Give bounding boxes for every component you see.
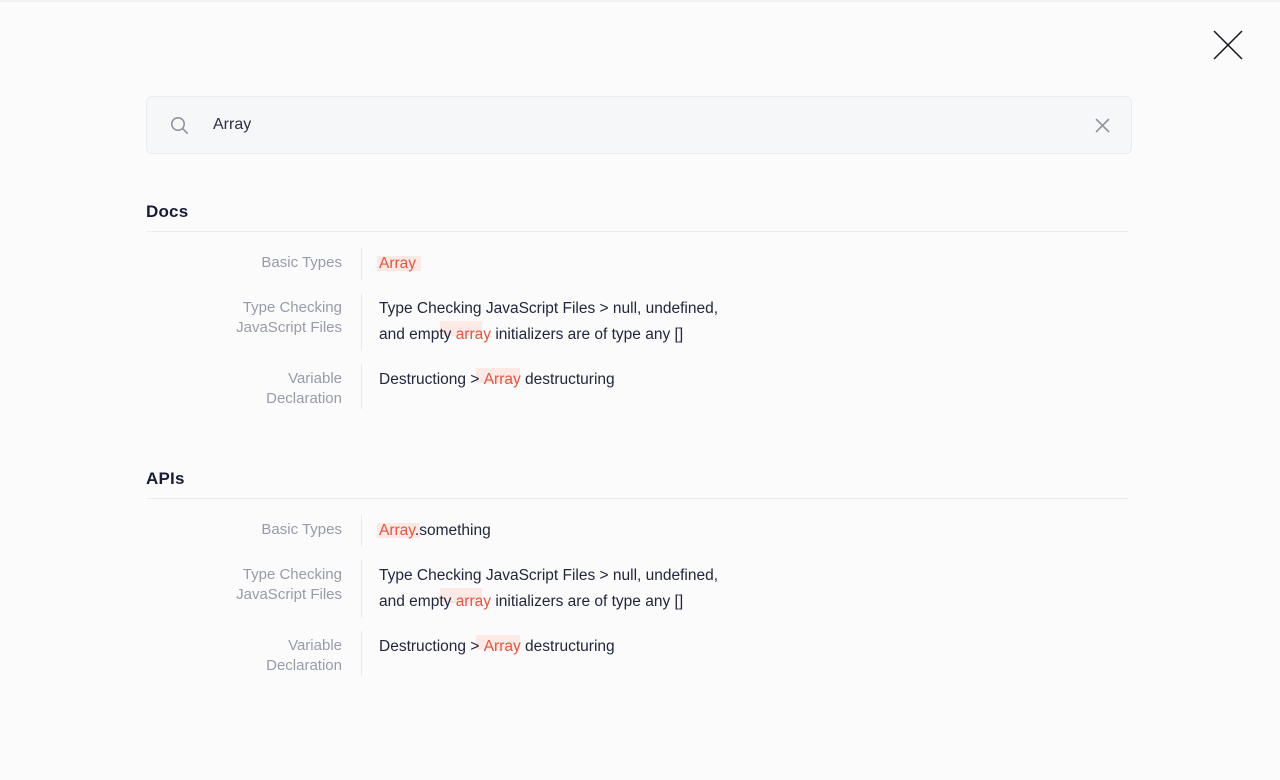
result-category: VariableDeclaration (146, 631, 342, 676)
section-rows: Basic Types Array Type CheckingJavaScrip… (146, 248, 1128, 409)
result-row[interactable]: Type CheckingJavaScript Files Type Check… (146, 293, 1128, 351)
result-category: VariableDeclaration (146, 364, 342, 409)
clear-search-button[interactable] (1087, 110, 1117, 140)
search-bar (146, 96, 1132, 154)
section-rows: Basic Types Array.something Type Checkin… (146, 515, 1128, 676)
result-row[interactable]: VariableDeclaration Destructiong > Array… (146, 631, 1128, 676)
results-section: Docs Basic Types Array Type CheckingJava… (146, 202, 1128, 409)
close-button[interactable] (1206, 23, 1250, 67)
section-divider (146, 231, 1128, 232)
result-snippet: Array.something (361, 515, 491, 547)
section-title: APIs (146, 469, 1128, 489)
search-match-highlight: array (456, 593, 491, 610)
result-snippet: Type Checking JavaScript Files > null, u… (361, 293, 718, 351)
search-match-highlight: Array (484, 371, 521, 388)
search-match-highlight: array (456, 326, 491, 343)
result-category: Basic Types (146, 248, 342, 280)
clear-icon (1095, 118, 1110, 133)
result-row[interactable]: Type CheckingJavaScript Files Type Check… (146, 560, 1128, 618)
search-match-highlight: Array (379, 255, 416, 272)
window-top-edge (0, 0, 1280, 2)
close-icon (1212, 29, 1244, 61)
search-match-highlight: Array (484, 638, 521, 655)
result-category: Type CheckingJavaScript Files (146, 293, 342, 351)
result-category: Basic Types (146, 515, 342, 547)
result-row[interactable]: Basic Types Array.something (146, 515, 1128, 547)
result-snippet: Type Checking JavaScript Files > null, u… (361, 560, 718, 618)
result-row[interactable]: VariableDeclaration Destructiong > Array… (146, 364, 1128, 409)
result-row[interactable]: Basic Types Array (146, 248, 1128, 280)
search-input[interactable] (213, 116, 1077, 134)
search-match-highlight: Array (379, 522, 415, 539)
results: Docs Basic Types Array Type CheckingJava… (146, 202, 1128, 676)
section-divider (146, 498, 1128, 499)
section-title: Docs (146, 202, 1128, 222)
result-category: Type CheckingJavaScript Files (146, 560, 342, 618)
result-snippet: Array (361, 248, 416, 280)
search-icon (169, 115, 190, 136)
result-snippet: Destructiong > Array destructuring (361, 631, 615, 676)
results-section: APIs Basic Types Array.something Type Ch… (146, 469, 1128, 676)
result-snippet: Destructiong > Array destructuring (361, 364, 615, 409)
